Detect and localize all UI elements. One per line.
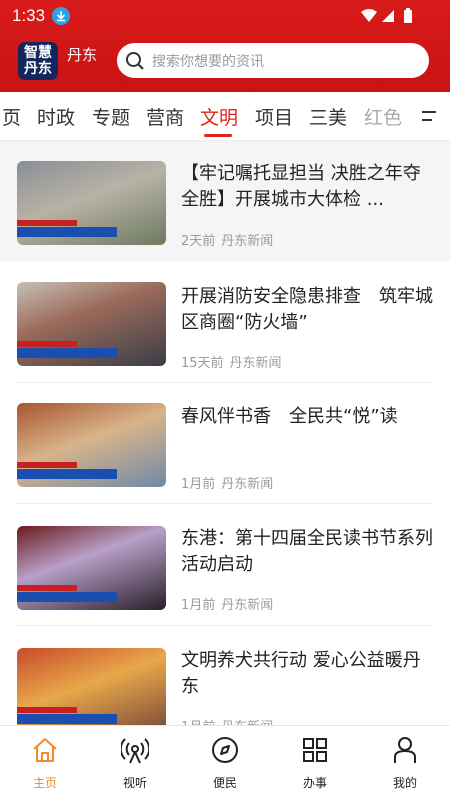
- tab-projects[interactable]: 项目: [255, 103, 293, 130]
- tab-home-partial[interactable]: 页: [2, 103, 21, 130]
- article-title: 【牢记嘱托显担当 决胜之年夺全胜】开展城市大体检 ...: [181, 163, 421, 210]
- thumbnail-caption-tag: [17, 462, 77, 468]
- status-bar: 1:33: [0, 0, 450, 32]
- thumbnail-caption-bar: [17, 227, 117, 237]
- thumbnail-caption-tag: [17, 341, 77, 347]
- article-source: 丹东新闻: [229, 356, 282, 371]
- article-item[interactable]: 东港：第十四届全民读书节系列活动启动 1月前 丹东新闻: [0, 504, 450, 624]
- article-thumbnail: [17, 161, 166, 245]
- city-selector[interactable]: 丹东: [67, 44, 97, 65]
- tab-red[interactable]: 红色: [364, 103, 402, 130]
- broadcast-icon: [121, 738, 149, 764]
- thumbnail-caption-bar: [17, 592, 117, 602]
- thumbnail-caption-tag: [17, 220, 77, 226]
- thumbnail-caption-tag: [17, 585, 77, 591]
- nav-home[interactable]: 主页: [0, 726, 90, 798]
- active-tab-indicator: [204, 134, 232, 137]
- home-icon: [33, 738, 57, 762]
- article-source: 丹东新闻: [221, 598, 274, 613]
- article-title: 开展消防安全隐患排查 筑牢城区商圈“防火墙”: [181, 286, 433, 333]
- search-placeholder: 搜索你想要的资讯: [152, 54, 264, 70]
- category-tabs: 页 时政 专题 营商 文明 项目 三美 红色: [0, 92, 450, 141]
- app-logo: 智慧 丹东: [18, 42, 58, 80]
- article-age: 15天前: [181, 356, 224, 371]
- tab-business[interactable]: 营商: [146, 103, 184, 130]
- logo-text-line2: 丹东: [24, 61, 52, 77]
- search-bar[interactable]: 搜索你想要的资讯: [117, 43, 429, 78]
- nav-profile-label: 我的: [392, 776, 417, 790]
- status-icons: [360, 8, 420, 28]
- article-item[interactable]: 开展消防安全隐患排查 筑牢城区商圈“防火墙” 15天前 丹东新闻: [0, 262, 450, 382]
- article-age: 1月前: [181, 598, 216, 613]
- nav-affairs[interactable]: 办事: [270, 726, 360, 798]
- search-icon: [125, 51, 145, 75]
- article-meta: 2天前 丹东新闻: [181, 230, 279, 249]
- nav-media-label: 视听: [122, 776, 147, 790]
- thumbnail-caption-bar: [17, 714, 117, 724]
- nav-home-label: 主页: [32, 776, 57, 790]
- article-thumbnail: [17, 403, 166, 487]
- compass-icon: [212, 737, 238, 763]
- article-title: 东港：第十四届全民读书节系列活动启动: [181, 528, 433, 575]
- article-source: 丹东新闻: [221, 234, 274, 249]
- person-icon: [394, 737, 416, 763]
- article-thumbnail: [17, 648, 166, 732]
- tab-special[interactable]: 专题: [92, 103, 130, 130]
- logo-text-line1: 智慧: [24, 45, 52, 61]
- tab-menu-icon[interactable]: [421, 111, 437, 121]
- app-header: 1:33 智慧 丹东 丹东 搜索你想要的资讯: [0, 0, 450, 92]
- tab-civilization[interactable]: 文明: [200, 103, 238, 130]
- bottom-nav: 主页 视听 便民 办事 我的: [0, 725, 450, 798]
- tab-politics[interactable]: 时政: [37, 103, 75, 130]
- nav-profile[interactable]: 我的: [360, 726, 450, 798]
- download-icon: [52, 7, 70, 25]
- nav-services[interactable]: 便民: [180, 726, 270, 798]
- article-item[interactable]: 【牢记嘱托显担当 决胜之年夺全胜】开展城市大体检 ... 2天前 丹东新闻: [0, 141, 450, 261]
- article-meta: 15天前 丹东新闻: [181, 352, 288, 371]
- article-title: 春风伴书香 全民共“悦”读: [181, 406, 398, 427]
- nav-services-label: 便民: [212, 776, 237, 790]
- grid-icon: [303, 738, 327, 762]
- tab-three-beauties[interactable]: 三美: [309, 103, 347, 130]
- nav-affairs-label: 办事: [302, 776, 327, 790]
- thumbnail-caption-bar: [17, 348, 117, 358]
- article-source: 丹东新闻: [221, 477, 274, 492]
- status-time: 1:33: [12, 6, 46, 25]
- article-age: 1月前: [181, 477, 216, 492]
- thumbnail-caption-tag: [17, 707, 77, 713]
- thumbnail-caption-bar: [17, 469, 117, 479]
- article-title: 文明养犬共行动 爱心公益暖丹东: [181, 650, 421, 697]
- article-meta: 1月前丹东新闻: [181, 473, 279, 492]
- article-thumbnail: [17, 526, 166, 610]
- article-meta: 1月前丹东新闻: [181, 594, 279, 613]
- article-thumbnail: [17, 282, 166, 366]
- nav-media[interactable]: 视听: [90, 726, 180, 798]
- article-item[interactable]: 春风伴书香 全民共“悦”读 1月前 丹东新闻: [0, 383, 450, 503]
- wifi-signal-battery-icon: [361, 8, 412, 23]
- article-age: 2天前: [181, 234, 216, 249]
